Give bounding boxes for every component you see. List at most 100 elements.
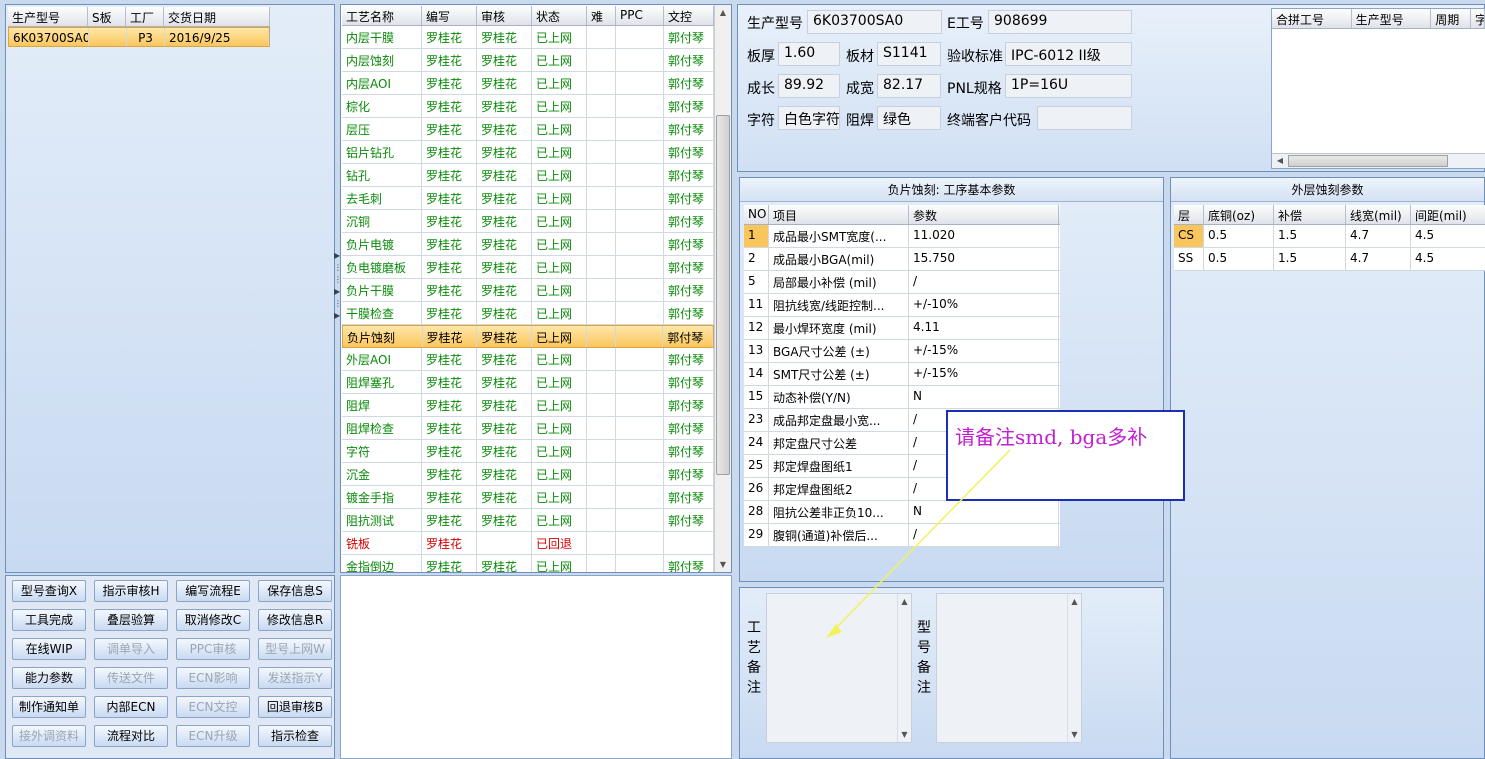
param-row[interactable]: 2 成品最小BGA(mil) 15.750 bbox=[744, 248, 1060, 271]
param-row[interactable]: 13 BGA尺寸公差 (±) +/-15% bbox=[744, 340, 1060, 363]
process-row[interactable]: 阻焊 罗桂花 罗桂花 已上网 郭付琴 bbox=[342, 394, 714, 417]
model-remark-field[interactable]: ▲ ▼ bbox=[936, 593, 1082, 743]
process-row[interactable]: 阻抗测试 罗桂花 罗桂花 已上网 郭付琴 bbox=[342, 509, 714, 532]
outer-row[interactable]: CS 0.5 1.5 4.7 4.5 bbox=[1174, 225, 1485, 248]
col-header-compensation[interactable]: 补偿 bbox=[1274, 205, 1346, 224]
process-row[interactable]: 外层AOI 罗桂花 罗桂花 已上网 郭付琴 bbox=[342, 348, 714, 371]
action-button[interactable]: ECN影响 bbox=[176, 667, 250, 689]
process-remark-field[interactable]: ▲ ▼ bbox=[766, 593, 912, 743]
action-button[interactable]: 修改信息R bbox=[258, 609, 332, 631]
col-header-no[interactable]: NO bbox=[744, 205, 769, 224]
action-button[interactable]: 指示审核H bbox=[94, 580, 168, 602]
process-row[interactable]: 沉铜 罗桂花 罗桂花 已上网 郭付琴 bbox=[342, 210, 714, 233]
length-field[interactable]: 89.92 bbox=[778, 74, 840, 98]
action-button[interactable]: 调单导入 bbox=[94, 638, 168, 660]
action-button[interactable]: 发送指示Y bbox=[258, 667, 332, 689]
action-button[interactable]: 传送文件 bbox=[94, 667, 168, 689]
material-field[interactable]: S1141 bbox=[877, 42, 941, 66]
action-button[interactable]: 在线WIP bbox=[12, 638, 86, 660]
col-header-writer[interactable]: 编写 bbox=[422, 6, 477, 25]
action-button[interactable]: 编写流程E bbox=[176, 580, 250, 602]
action-button[interactable]: 指示检查 bbox=[258, 725, 332, 747]
action-button[interactable]: 流程对比 bbox=[94, 725, 168, 747]
action-button[interactable]: 叠层验算 bbox=[94, 609, 168, 631]
thickness-field[interactable]: 1.60 bbox=[778, 42, 840, 66]
process-row[interactable]: 沉金 罗桂花 罗桂花 已上网 郭付琴 bbox=[342, 463, 714, 486]
param-row[interactable]: 1 成品最小SMT宽度(... 11.020 bbox=[744, 225, 1060, 248]
col-header-part-no[interactable]: 生产型号 bbox=[8, 7, 88, 26]
col-header-line-width[interactable]: 线宽(mil) bbox=[1346, 205, 1411, 224]
col-header-cycle[interactable]: 周期 bbox=[1431, 9, 1472, 28]
remark-scrollbar[interactable]: ▲ ▼ bbox=[897, 594, 911, 742]
process-row[interactable]: 内层蚀刻 罗桂花 罗桂花 已上网 郭付琴 bbox=[342, 49, 714, 72]
scrollbar-thumb[interactable] bbox=[1288, 155, 1448, 167]
col-header-delivery-date[interactable]: 交货日期 bbox=[164, 7, 270, 26]
width-field[interactable]: 82.17 bbox=[877, 74, 941, 98]
col-header-layer[interactable]: 层 bbox=[1174, 205, 1204, 224]
process-row[interactable]: 负片干膜 罗桂花 罗桂花 已上网 郭付琴 bbox=[342, 279, 714, 302]
col-header-factory[interactable]: 工厂 bbox=[126, 7, 164, 26]
scroll-down-icon[interactable]: ▼ bbox=[898, 727, 911, 742]
action-button[interactable]: 型号上网W bbox=[258, 638, 332, 660]
col-header-item[interactable]: 项目 bbox=[769, 205, 909, 224]
action-button[interactable]: 制作通知单 bbox=[12, 696, 86, 718]
customer-code-field[interactable] bbox=[1037, 106, 1132, 130]
action-button[interactable]: 能力参数 bbox=[12, 667, 86, 689]
col-header-process-name[interactable]: 工艺名称 bbox=[342, 6, 422, 25]
param-row[interactable]: 28 阻抗公差非正负10... N bbox=[744, 501, 1060, 524]
process-row[interactable]: 钻孔 罗桂花 罗桂花 已上网 郭付琴 bbox=[342, 164, 714, 187]
action-button[interactable]: 工具完成 bbox=[12, 609, 86, 631]
process-row[interactable]: 阻焊塞孔 罗桂花 罗桂花 已上网 郭付琴 bbox=[342, 371, 714, 394]
action-button[interactable]: ECN升级 bbox=[176, 725, 250, 747]
col-header-value[interactable]: 参数 bbox=[909, 205, 1059, 224]
action-button[interactable]: 保存信息S bbox=[258, 580, 332, 602]
pnl-field[interactable]: 1P=16U bbox=[1005, 74, 1132, 98]
col-header-difficulty[interactable]: 难 bbox=[587, 6, 616, 25]
eng-no-field[interactable]: 908699 bbox=[988, 10, 1132, 34]
col-header-combine-no[interactable]: 合拼工号 bbox=[1272, 9, 1352, 28]
standard-field[interactable]: IPC-6012 II级 bbox=[1005, 42, 1132, 66]
action-button[interactable]: 内部ECN bbox=[94, 696, 168, 718]
combine-grid-hscrollbar[interactable]: ◀ bbox=[1272, 153, 1485, 168]
scrollbar-thumb[interactable] bbox=[716, 115, 730, 475]
col-header-reviewer[interactable]: 审核 bbox=[477, 6, 532, 25]
process-grid-scrollbar[interactable]: ▲ ▼ bbox=[714, 5, 731, 572]
param-row[interactable]: 11 阻抗线宽/线距控制... +/-10% bbox=[744, 294, 1060, 317]
scroll-down-icon[interactable]: ▼ bbox=[1068, 727, 1081, 742]
action-button[interactable]: ECN文控 bbox=[176, 696, 250, 718]
process-row[interactable]: 去毛刺 罗桂花 罗桂花 已上网 郭付琴 bbox=[342, 187, 714, 210]
col-header-ppc[interactable]: PPC bbox=[616, 6, 664, 25]
param-row[interactable]: 29 腹铜(通道)补偿后... / bbox=[744, 524, 1060, 547]
table-row[interactable]: 6K03700SA0 P3 2016/9/25 bbox=[8, 27, 270, 47]
col-header-status[interactable]: 状态 bbox=[532, 6, 587, 25]
param-row[interactable]: 12 最小焊环宽度 (mil) 4.11 bbox=[744, 317, 1060, 340]
scroll-left-icon[interactable]: ◀ bbox=[1272, 154, 1288, 167]
col-header-doc-control[interactable]: 文控 bbox=[664, 6, 714, 25]
col-header-spacing[interactable]: 间距(mil) bbox=[1411, 205, 1485, 224]
remark-scrollbar[interactable]: ▲ ▼ bbox=[1067, 594, 1081, 742]
action-button[interactable]: PPC审核 bbox=[176, 638, 250, 660]
scroll-up-icon[interactable]: ▲ bbox=[715, 5, 731, 20]
col-header-base-copper[interactable]: 底铜(oz) bbox=[1204, 205, 1274, 224]
outer-row[interactable]: SS 0.5 1.5 4.7 4.5 bbox=[1174, 248, 1485, 271]
param-row[interactable]: 5 局部最小补偿 (mil) / bbox=[744, 271, 1060, 294]
process-row[interactable]: 内层AOI 罗桂花 罗桂花 已上网 郭付琴 bbox=[342, 72, 714, 95]
process-row[interactable]: 棕化 罗桂花 罗桂花 已上网 郭付琴 bbox=[342, 95, 714, 118]
action-button[interactable]: 接外调资料 bbox=[12, 725, 86, 747]
process-row[interactable]: 内层干膜 罗桂花 罗桂花 已上网 郭付琴 bbox=[342, 26, 714, 49]
process-row[interactable]: 铝片钻孔 罗桂花 罗桂花 已上网 郭付琴 bbox=[342, 141, 714, 164]
process-row[interactable]: 干膜检查 罗桂花 罗桂花 已上网 郭付琴 bbox=[342, 302, 714, 325]
col-header-part-no[interactable]: 生产型号 bbox=[1352, 9, 1432, 28]
process-row[interactable]: 阻焊检查 罗桂花 罗桂花 已上网 郭付琴 bbox=[342, 417, 714, 440]
action-button[interactable]: 型号查询X bbox=[12, 580, 86, 602]
scroll-up-icon[interactable]: ▲ bbox=[898, 594, 911, 609]
mask-field[interactable]: 绿色 bbox=[877, 106, 941, 130]
process-row[interactable]: 负片蚀刻 罗桂花 罗桂花 已上网 郭付琴 bbox=[342, 325, 714, 348]
action-button[interactable]: 取消修改C bbox=[176, 609, 250, 631]
process-row[interactable]: 负电镀磨板 罗桂花 罗桂花 已上网 郭付琴 bbox=[342, 256, 714, 279]
param-row[interactable]: 15 动态补偿(Y/N) N bbox=[744, 386, 1060, 409]
part-no-field[interactable]: 6K03700SA0 bbox=[807, 10, 942, 34]
process-row[interactable]: 镀金手指 罗桂花 罗桂花 已上网 郭付琴 bbox=[342, 486, 714, 509]
scroll-down-icon[interactable]: ▼ bbox=[715, 557, 731, 572]
process-row[interactable]: 金指倒边 罗桂花 罗桂花 已上网 郭付琴 bbox=[342, 555, 714, 572]
